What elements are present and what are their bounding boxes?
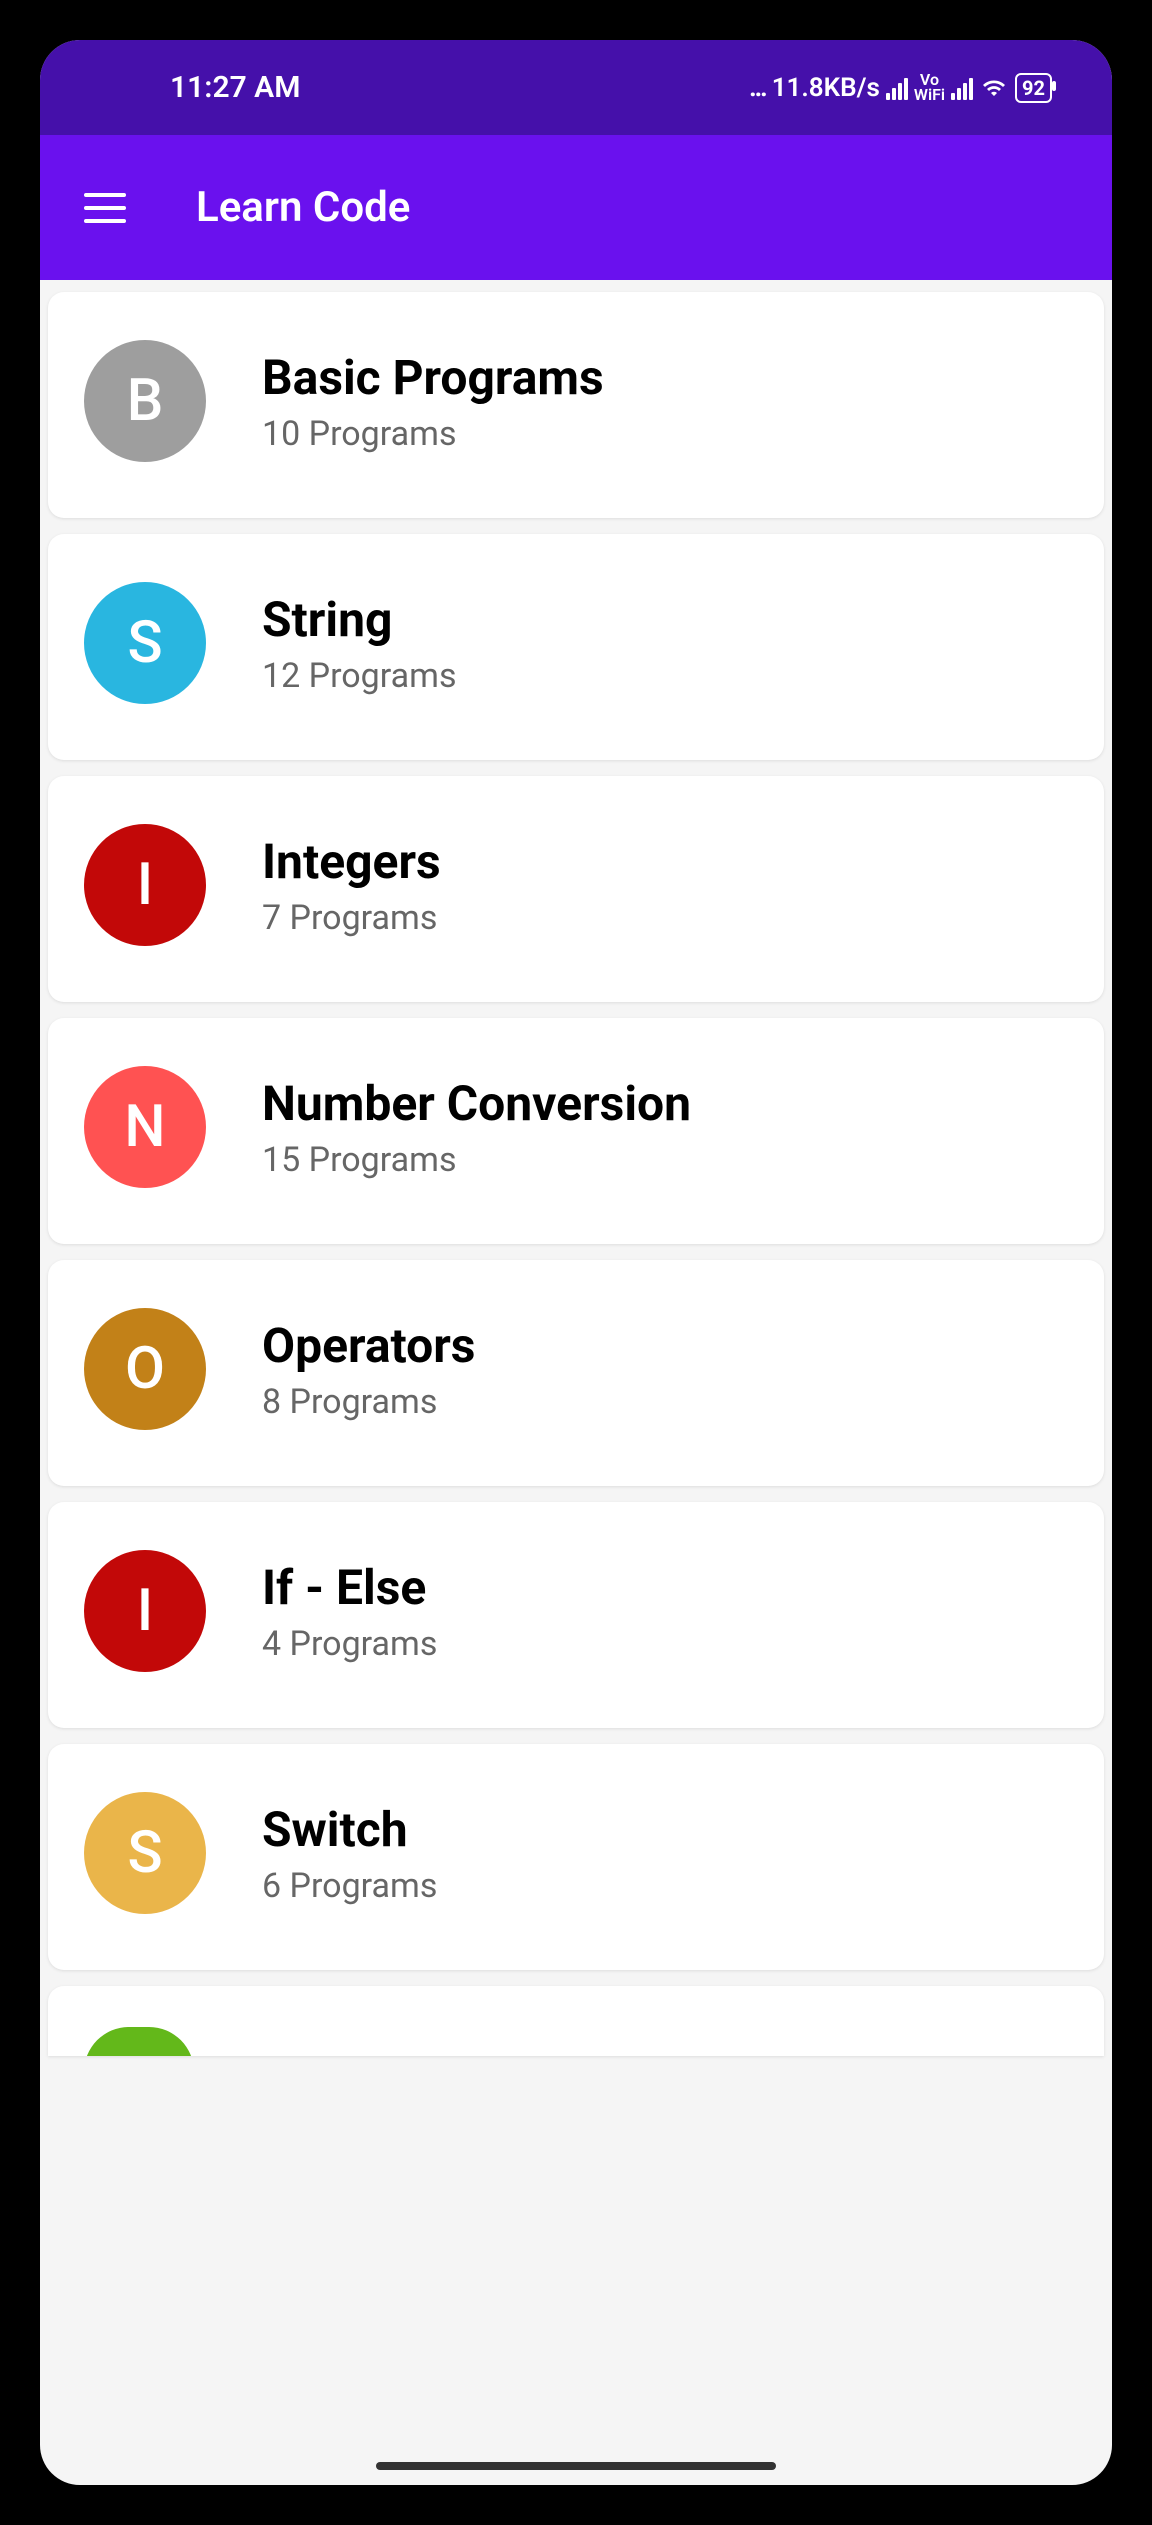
app-bar: Learn Code	[40, 135, 1112, 280]
category-subtitle: 15 Programs	[262, 1140, 691, 1180]
battery-icon: 92	[1015, 73, 1052, 103]
signal-icon	[886, 76, 908, 100]
category-title: String	[262, 591, 457, 648]
category-card[interactable]: N Number Conversion 15 Programs	[48, 1018, 1104, 1244]
category-subtitle: 7 Programs	[262, 898, 441, 938]
category-avatar: N	[84, 1066, 206, 1188]
signal-icon-2	[951, 76, 973, 100]
category-title: Number Conversion	[262, 1075, 691, 1132]
category-text: Basic Programs 10 Programs	[262, 349, 604, 454]
category-avatar	[84, 2027, 194, 2057]
category-avatar: S	[84, 582, 206, 704]
category-avatar: S	[84, 1792, 206, 1914]
category-text: String 12 Programs	[262, 591, 457, 696]
category-card[interactable]: I If - Else 4 Programs	[48, 1502, 1104, 1728]
category-subtitle: 10 Programs	[262, 414, 604, 454]
category-title: Integers	[262, 833, 441, 890]
vowifi-icon: VoWiFi	[914, 73, 945, 102]
category-subtitle: 8 Programs	[262, 1382, 475, 1422]
menu-button[interactable]	[84, 193, 126, 223]
status-bar: 11:27 AM ... 11.8KB/s VoWiFi 92	[40, 40, 1112, 135]
network-dots-icon: ...	[749, 73, 766, 103]
category-title: Switch	[262, 1801, 437, 1858]
category-avatar: B	[84, 340, 206, 462]
category-text: Switch 6 Programs	[262, 1801, 437, 1906]
category-list[interactable]: B Basic Programs 10 Programs S String 12 Prog…	[40, 280, 1112, 2056]
category-title: Operators	[262, 1317, 475, 1374]
data-speed: 11.8KB/s	[772, 73, 880, 103]
status-time: 11:27 AM	[170, 70, 300, 105]
category-text: Operators 8 Programs	[262, 1317, 475, 1422]
category-subtitle: 12 Programs	[262, 656, 457, 696]
category-text: Integers 7 Programs	[262, 833, 441, 938]
wifi-icon	[979, 76, 1009, 100]
category-card[interactable]: B Basic Programs 10 Programs	[48, 292, 1104, 518]
category-card-peek[interactable]	[48, 1986, 1104, 2056]
category-subtitle: 4 Programs	[262, 1624, 437, 1664]
category-card[interactable]: O Operators 8 Programs	[48, 1260, 1104, 1486]
category-card[interactable]: S String 12 Programs	[48, 534, 1104, 760]
category-avatar: O	[84, 1308, 206, 1430]
category-avatar: I	[84, 824, 206, 946]
category-text: If - Else 4 Programs	[262, 1559, 437, 1664]
category-card[interactable]: I Integers 7 Programs	[48, 776, 1104, 1002]
category-title: If - Else	[262, 1559, 437, 1616]
category-avatar: I	[84, 1550, 206, 1672]
app-title: Learn Code	[196, 183, 410, 232]
category-card[interactable]: S Switch 6 Programs	[48, 1744, 1104, 1970]
home-indicator[interactable]	[376, 2462, 776, 2470]
status-icons-group: ... 11.8KB/s VoWiFi 92	[749, 73, 1052, 103]
category-subtitle: 6 Programs	[262, 1866, 437, 1906]
category-title: Basic Programs	[262, 349, 604, 406]
category-text: Number Conversion 15 Programs	[262, 1075, 691, 1180]
